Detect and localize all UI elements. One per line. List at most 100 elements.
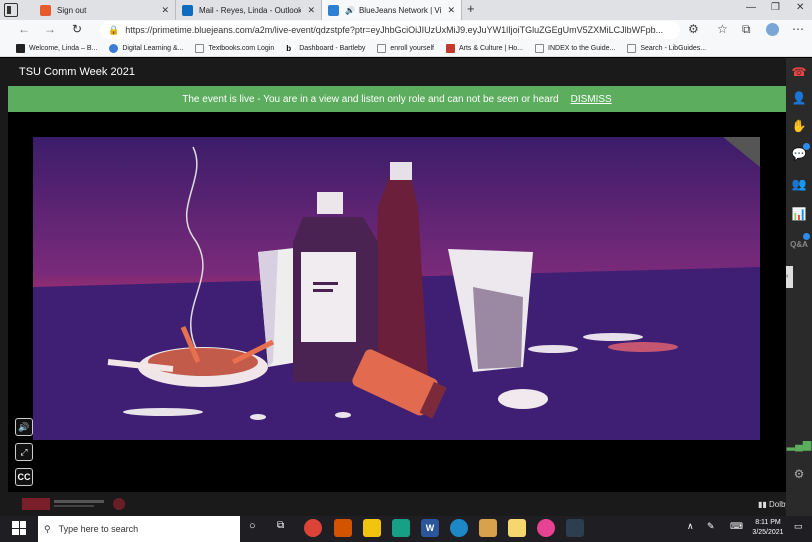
new-tab-button[interactable]: + [467, 1, 475, 16]
medicine-bottle-label [301, 252, 356, 342]
bookmark-item[interactable]: Digital Learning &... [109, 43, 183, 53]
page-icon [535, 43, 545, 53]
tall-bottle-cap [390, 162, 412, 180]
more-icon[interactable]: ⋯ [792, 22, 804, 36]
fullscreen-button[interactable]: ⤢ [15, 443, 33, 461]
banner-text: The event is live - You are in a view an… [182, 93, 559, 105]
spill [608, 342, 678, 352]
bookmark-label: enroll yourself [390, 44, 434, 52]
raise-hand-icon[interactable]: ✋ [791, 118, 807, 134]
bookmark-item[interactable]: enroll yourself [377, 43, 434, 53]
app-icon[interactable] [566, 519, 584, 537]
dismiss-button[interactable]: DISMISS [571, 94, 612, 105]
url-text: https://primetime.bluejeans.com/a2m/live… [125, 25, 664, 35]
logo-text-line [54, 505, 94, 507]
itunes-icon[interactable] [537, 519, 555, 537]
cortana-icon[interactable]: ○ [249, 520, 256, 532]
close-tab-icon[interactable]: ✕ [447, 5, 455, 16]
profile-avatar[interactable] [766, 23, 779, 36]
outlook-favicon-icon [182, 4, 193, 16]
logo-seal [113, 498, 125, 510]
leave-call-icon[interactable]: ☎ [791, 64, 807, 80]
task-view-icon[interactable]: ⧉ [277, 520, 284, 531]
clock-time: 8:11 PM [755, 519, 781, 526]
pen-icon[interactable]: ✎ [707, 521, 715, 532]
volume-button[interactable]: 🔊 [15, 418, 33, 436]
tab-outlook-mail[interactable]: Mail - Reyes, Linda - Outlook ✕ [176, 0, 322, 20]
chat-icon[interactable]: 💬 [791, 143, 810, 162]
page-icon [627, 43, 637, 53]
windows-logo-pane [19, 521, 26, 528]
speaker-icon: 🔊 [345, 5, 355, 15]
closed-captions-button[interactable]: CC [15, 468, 33, 486]
close-window-button[interactable]: ✕ [796, 2, 804, 13]
lock-icon: 🔒 [108, 24, 120, 35]
right-cup-shade [473, 287, 523, 369]
file-explorer-icon[interactable] [363, 519, 381, 537]
pill-cap [498, 389, 548, 409]
search-placeholder: Type here to search [58, 524, 139, 534]
close-tab-icon[interactable]: ✕ [307, 5, 315, 16]
edge-icon[interactable] [450, 519, 468, 537]
tab-sign-out[interactable]: Sign out ✕ [34, 0, 176, 20]
taskbar-search-field[interactable]: ⚲ Type here to search [38, 516, 240, 542]
bluejeans-favicon-icon [328, 4, 339, 16]
tracking-icon[interactable]: ⚙ [688, 22, 699, 36]
spill [583, 333, 643, 341]
live-status-banner: The event is live - You are in a view an… [8, 86, 786, 112]
app-icon[interactable] [479, 519, 497, 537]
tab-actions-icon[interactable] [4, 3, 18, 17]
back-icon[interactable]: ← [18, 22, 30, 36]
close-tab-icon[interactable]: ✕ [161, 5, 169, 16]
bookmark-icon [109, 43, 119, 53]
collapse-sidebar-handle[interactable]: ‹ [786, 266, 793, 288]
bookmark-item[interactable]: Arts & Culture | Ho... [445, 43, 524, 53]
url-field[interactable]: 🔒 https://primetime.bluejeans.com/a2m/li… [100, 21, 680, 39]
favorites-icon[interactable]: ☆ [717, 22, 728, 36]
bookmark-label: Dashboard - Bartleby [299, 44, 366, 52]
word-icon[interactable]: W [421, 519, 439, 537]
app-icon[interactable] [334, 519, 352, 537]
notifications-icon[interactable]: ▭ [794, 521, 803, 532]
taskbar-clock[interactable]: 8:11 PM 3/25/2021 [752, 518, 784, 538]
keyboard-icon[interactable]: ⌨ [730, 521, 743, 532]
show-hidden-icons[interactable]: ∧ [687, 521, 694, 532]
notes-icon[interactable] [508, 519, 526, 537]
polls-icon[interactable]: 📊 [791, 206, 807, 222]
bookmark-item[interactable]: Welcome, Linda – B... [16, 43, 98, 53]
bookmarks-bar: Welcome, Linda – B... Digital Learning &… [0, 40, 812, 57]
forward-icon[interactable]: → [44, 22, 56, 36]
bookmark-label: Textbooks.com Login [208, 44, 275, 52]
notification-dot [803, 233, 810, 240]
refresh-icon[interactable]: ↻ [72, 22, 82, 36]
tab-title: BlueJeans Network | Video [358, 5, 442, 15]
ashtray-inner [148, 348, 258, 376]
tab-bluejeans[interactable]: 🔊 BlueJeans Network | Video ✕ [322, 0, 462, 20]
qa-icon[interactable]: Q&A [790, 233, 810, 252]
minimize-button[interactable]: — [746, 2, 756, 13]
people-icon[interactable]: 👤 [791, 90, 807, 106]
bookmark-item[interactable]: Search - LibGuides... [627, 43, 706, 53]
page-icon [377, 43, 387, 53]
restore-button[interactable]: ❐ [771, 2, 780, 13]
pill [250, 414, 266, 420]
collections-icon[interactable]: ⧉ [742, 22, 751, 37]
bookmark-label: Arts & Culture | Ho... [458, 44, 524, 52]
bookmark-item[interactable]: Textbooks.com Login [195, 43, 275, 53]
app-icon[interactable] [392, 519, 410, 537]
bookmark-item[interactable]: INDEX to the Guide... [535, 43, 616, 53]
tsu-logo [22, 498, 125, 510]
settings-gear-icon[interactable]: ⚙ [791, 466, 807, 482]
chrome-icon[interactable] [304, 519, 322, 537]
start-button[interactable] [12, 521, 26, 535]
bookmark-label: INDEX to the Guide... [548, 44, 616, 52]
medicine-bottle-cap [317, 192, 343, 214]
logo-text-line [54, 500, 104, 503]
participants-icon[interactable]: 👥 [791, 176, 807, 192]
label-line [313, 282, 338, 285]
spill [528, 345, 578, 353]
notification-dot [803, 143, 810, 150]
video-frame [33, 137, 760, 440]
bookmark-label: Welcome, Linda – B... [29, 44, 98, 52]
bookmark-item[interactable]: b Dashboard - Bartleby [286, 43, 366, 53]
